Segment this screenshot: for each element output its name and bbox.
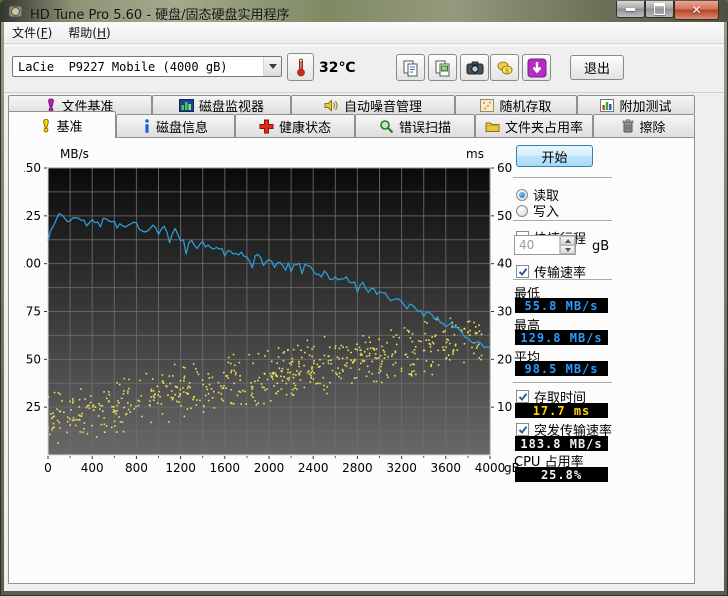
thermometer-icon — [295, 57, 307, 77]
checkbox-checked-icon — [516, 265, 529, 278]
disk-monitor-icon — [179, 99, 194, 112]
drive-select-arrow[interactable] — [263, 57, 281, 76]
avg-value-display: 98.5 MB/s — [515, 361, 608, 376]
temperature-value: 32℃ — [319, 60, 355, 76]
camera-icon — [466, 61, 484, 75]
tab-error-scan[interactable]: 错误扫描 — [355, 114, 475, 137]
separator — [513, 220, 612, 221]
short-stroke-unit: gB — [592, 239, 609, 254]
checkbox-checked-icon — [516, 423, 529, 436]
tab-disk-info[interactable]: 磁盘信息 — [116, 114, 235, 137]
info-icon — [143, 119, 151, 133]
file-benchmark-icon — [46, 98, 56, 112]
tab-disk-monitor[interactable]: 磁盘监视器 — [152, 95, 291, 114]
maximize-button[interactable] — [645, 1, 674, 18]
burst-rate-display: 183.8 MB/s — [515, 436, 608, 451]
radio-selected-icon — [516, 189, 528, 201]
checkbox-checked-icon — [516, 390, 529, 403]
drive-select[interactable]: LaCie P9227 Mobile (4000 gB) — [12, 56, 282, 77]
app-icon — [8, 4, 23, 19]
tab-random-access[interactable]: 随机存取 — [455, 95, 577, 114]
temperature-button[interactable] — [287, 53, 314, 81]
copy-text-button[interactable] — [396, 54, 425, 81]
extra-tests-icon — [600, 99, 614, 112]
drive-select-value: LaCie P9227 Mobile (4000 gB) — [13, 60, 263, 74]
copy-image-button[interactable] — [428, 54, 457, 81]
donate-button[interactable]: $ — [490, 54, 519, 81]
separator — [513, 177, 612, 178]
maximize-icon — [654, 3, 665, 15]
copy-text-icon — [402, 59, 420, 77]
menu-help[interactable]: 帮助(H) — [60, 22, 118, 43]
magnifier-icon — [379, 119, 394, 134]
tab-health[interactable]: 健康状态 — [235, 114, 355, 137]
tab-auto-acoustic[interactable]: 自动噪音管理 — [291, 95, 455, 114]
access-time-display: 17.7 ms — [515, 403, 608, 418]
tab-folder-usage[interactable]: 文件夹占用率 — [475, 114, 593, 137]
health-cross-icon — [259, 119, 274, 134]
spinner-value: 40 — [515, 236, 559, 254]
cpu-usage-display: 25.8% — [515, 467, 608, 482]
chevron-down-icon — [565, 248, 571, 252]
tab-benchmark[interactable]: 基准 — [8, 111, 116, 138]
benchmark-icon — [41, 118, 51, 133]
screenshot-button[interactable] — [460, 54, 489, 81]
spinner-down-button[interactable] — [560, 245, 575, 254]
close-button[interactable]: ✕ — [674, 1, 719, 20]
window-title: HD Tune Pro 5.60 - 硬盘/固态硬盘实用程序 — [30, 4, 290, 23]
copy-image-icon — [434, 59, 452, 77]
speaker-icon — [324, 99, 339, 112]
random-access-icon — [480, 99, 494, 112]
coins-icon: $ — [496, 59, 514, 77]
tab-extra-tests[interactable]: 附加测试 — [577, 95, 695, 114]
update-button[interactable] — [522, 54, 551, 81]
exit-button[interactable]: 退出 — [570, 55, 624, 80]
radio-icon — [516, 205, 528, 217]
spinner-up-button[interactable] — [560, 236, 575, 245]
short-stroke-spinner[interactable]: 40 — [514, 235, 576, 255]
max-value-display: 129.8 MB/s — [515, 330, 608, 345]
trash-icon — [622, 119, 634, 133]
download-icon — [527, 58, 547, 78]
close-icon: ✕ — [691, 4, 701, 16]
minimize-icon — [626, 8, 635, 11]
min-value-display: 55.8 MB/s — [515, 298, 608, 313]
write-radio[interactable]: 写入 — [516, 201, 559, 220]
app-window: HD Tune Pro 5.60 - 硬盘/固态硬盘实用程序 ✕ 文件(F) 帮… — [0, 0, 728, 596]
chevron-up-icon — [565, 239, 571, 243]
menu-file[interactable]: 文件(F) — [4, 22, 60, 43]
chevron-down-icon — [269, 64, 277, 69]
title-bar: HD Tune Pro 5.60 - 硬盘/固态硬盘实用程序 ✕ — [0, 0, 728, 22]
minimize-button[interactable] — [616, 1, 645, 18]
folder-icon — [485, 120, 500, 133]
separator — [513, 279, 612, 280]
menu-bar: 文件(F) 帮助(H) — [4, 22, 724, 44]
svg-text:$: $ — [505, 67, 509, 74]
start-button[interactable]: 开始 — [516, 145, 593, 167]
tab-erase[interactable]: 擦除 — [593, 114, 695, 137]
separator — [513, 382, 612, 383]
